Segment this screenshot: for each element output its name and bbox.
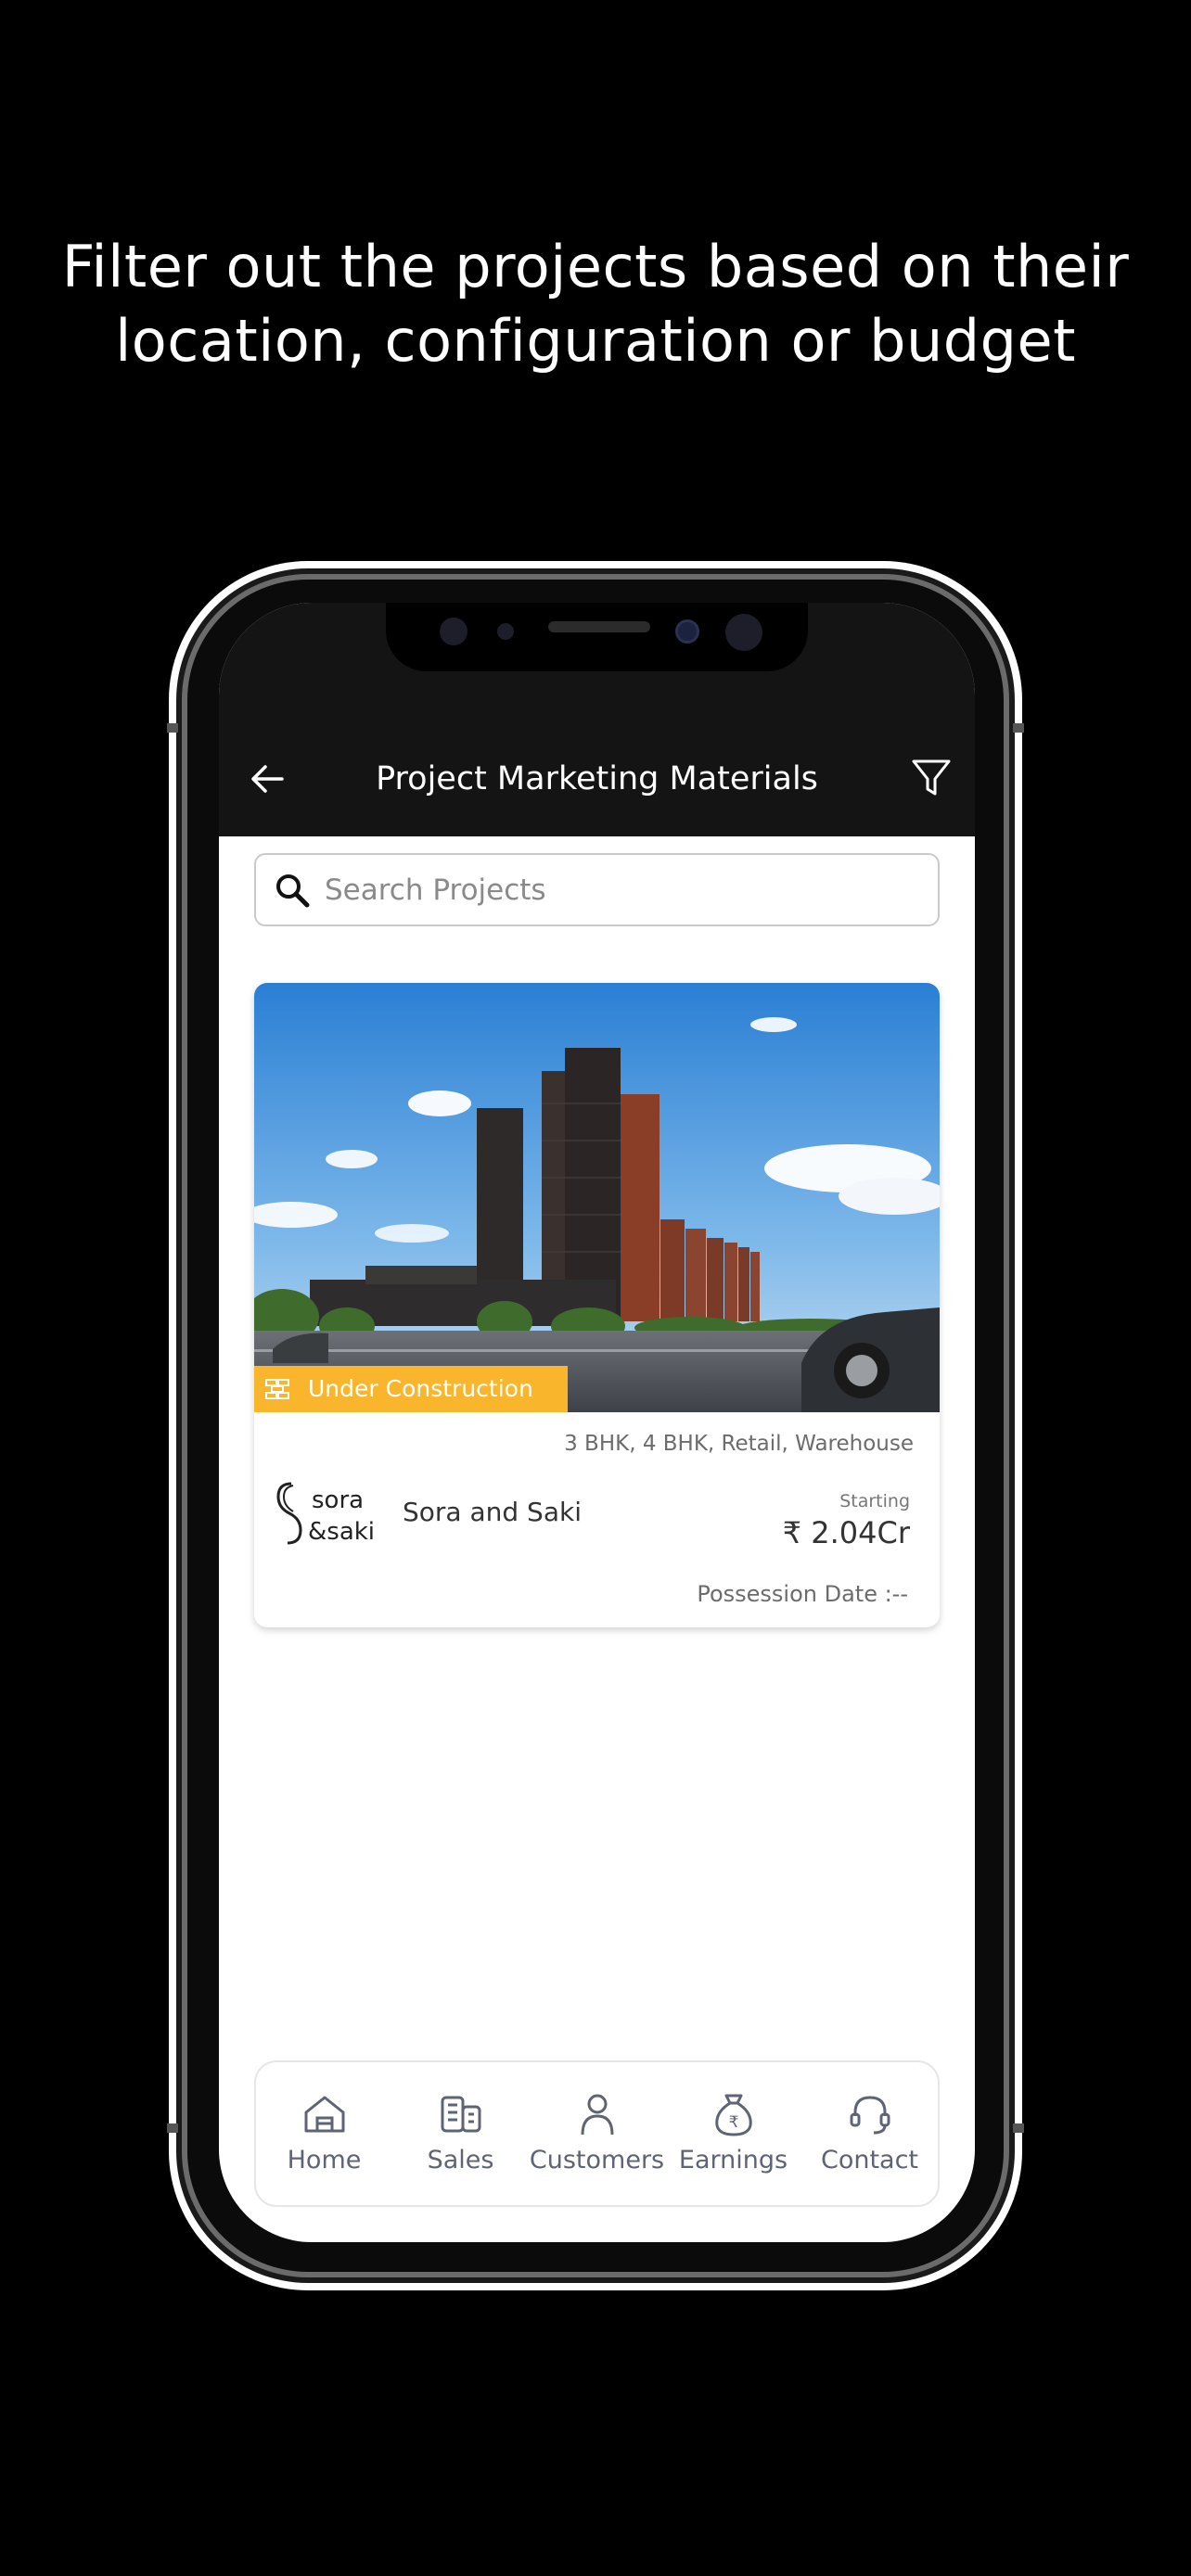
nav-label-sales: Sales: [427, 2146, 494, 2174]
nav-item-earnings[interactable]: ₹ Earnings: [665, 2062, 801, 2205]
phone-screen: Project Marketing Materials Search Proje…: [219, 603, 975, 2242]
svg-text:sora: sora: [312, 1486, 364, 1514]
nav-item-contact[interactable]: Contact: [801, 2062, 938, 2205]
page-title: Project Marketing Materials: [376, 760, 818, 797]
nav-item-sales[interactable]: Sales: [392, 2062, 529, 2205]
nav-item-home[interactable]: Home: [256, 2062, 392, 2205]
nav-label-contact: Contact: [820, 2146, 919, 2174]
svg-text:&saki: &saki: [308, 1518, 375, 1546]
home-icon: [304, 2096, 344, 2133]
status-badge: Under Construction: [254, 1366, 568, 1412]
building-icon: [441, 2096, 480, 2133]
nav-item-customers[interactable]: Customers: [529, 2062, 665, 2205]
nav-label-earnings: Earnings: [678, 2146, 788, 2174]
bottom-navigation: Home Sales Customers ₹ Earnings Contact: [254, 2060, 940, 2207]
nav-label-customers: Customers: [529, 2146, 665, 2174]
nav-label-home: Home: [287, 2146, 362, 2174]
project-price: ₹ 2.04Cr: [782, 1515, 910, 1550]
starting-label: Starting: [839, 1491, 910, 1511]
filter-icon[interactable]: [910, 757, 953, 799]
promo-headline-line-2: location, configuration or budget: [115, 307, 1076, 375]
phone-side-button-left-low: [167, 2123, 178, 2133]
project-configurations: 3 BHK, 4 BHK, Retail, Warehouse: [564, 1432, 914, 1456]
promo-headline-line-1: Filter out the projects based on their: [61, 233, 1130, 300]
search-input[interactable]: [325, 868, 918, 912]
status-label: Under Construction: [308, 1375, 533, 1402]
project-name: Sora and Saki: [403, 1497, 582, 1527]
phone-side-button-left: [167, 723, 178, 733]
project-logo: sora &saki: [276, 1482, 375, 1546]
phone-notch: [386, 603, 808, 671]
project-card[interactable]: Under Construction 3 BHK, 4 BHK, Retail,…: [254, 983, 940, 1627]
bricks-icon: [265, 1379, 289, 1399]
search-icon: [276, 874, 310, 908]
possession-date: Possession Date :--: [697, 1581, 908, 1607]
svg-text:₹: ₹: [728, 2113, 738, 2132]
promo-headline: Filter out the projects based on their l…: [0, 230, 1191, 378]
project-photo: [254, 983, 940, 1412]
phone-side-button-right: [1013, 723, 1024, 733]
person-icon: [581, 2094, 613, 2136]
search-bar[interactable]: [254, 853, 940, 926]
money-bag-icon: ₹: [714, 2094, 752, 2136]
headset-icon: [850, 2096, 890, 2135]
phone-side-button-right-low: [1013, 2123, 1024, 2133]
